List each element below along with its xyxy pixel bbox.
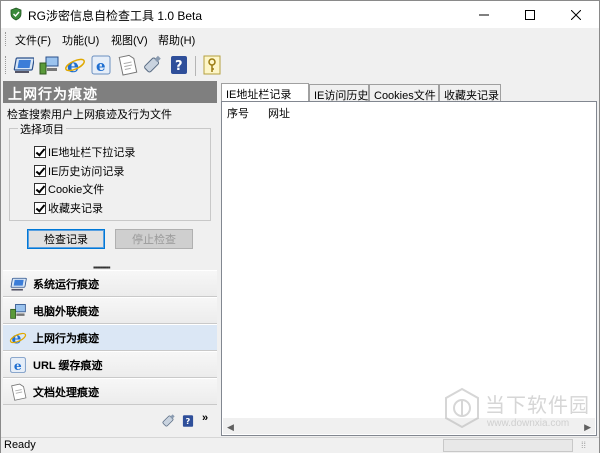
window-title: RG涉密信息自检查工具 1.0 Beta: [28, 9, 203, 23]
menu-function[interactable]: 功能(U): [62, 32, 99, 48]
toolbar-separator: [195, 56, 196, 76]
option-label: IE地址栏下拉记录: [48, 147, 136, 159]
toolbar-grip[interactable]: [5, 56, 8, 74]
watermark-url: www.downxia.com: [487, 418, 570, 429]
scroll-left-icon[interactable]: ◀: [227, 422, 234, 433]
option-label: 收藏夹记录: [48, 203, 103, 215]
help-icon[interactable]: ?: [181, 413, 195, 429]
svg-text:?: ?: [175, 59, 183, 74]
resize-grip-icon[interactable]: ⁞⁞: [581, 440, 586, 450]
network-computer-icon: [10, 303, 26, 319]
panel-header: 上网行为痕迹: [3, 81, 217, 103]
nav-label: 电脑外联痕迹: [33, 305, 99, 318]
tab-favorites[interactable]: 收藏夹记录: [439, 84, 501, 102]
nav-item-internet-behavior[interactable]: e 上网行为痕迹: [3, 324, 217, 351]
option-ie-history[interactable]: IE历史访问记录: [34, 164, 124, 178]
group-title: 选择项目: [18, 121, 66, 137]
option-label: Cookie文件: [48, 184, 105, 196]
document-icon: [11, 383, 27, 401]
stop-check-button[interactable]: 停止检查: [115, 229, 193, 249]
nav-item-system-trace[interactable]: 系统运行痕迹: [3, 270, 217, 297]
svg-text:e: e: [96, 57, 106, 75]
watermark-text: 当下软件园: [485, 393, 590, 417]
ie-cache-icon[interactable]: e: [90, 54, 112, 76]
usb-drive-icon[interactable]: [142, 54, 164, 76]
nav-item-url-cache[interactable]: e URL 缓存痕迹: [3, 351, 217, 378]
option-ie-address-bar[interactable]: IE地址栏下拉记录: [34, 145, 135, 159]
svg-text:e: e: [67, 55, 79, 76]
overflow-chevron-icon[interactable]: »: [202, 412, 208, 424]
option-label: IE历史访问记录: [48, 166, 125, 178]
maximize-button[interactable]: [507, 1, 553, 28]
nav-footer: ? »: [3, 408, 217, 434]
minimize-button[interactable]: [461, 1, 507, 28]
status-bar: Ready ⁞⁞: [1, 437, 599, 453]
maximize-icon: [525, 9, 535, 20]
ie-browser-icon[interactable]: e: [64, 54, 86, 76]
records-list[interactable]: 序号 网址 ◀ ▶: [221, 101, 597, 436]
nav-label: 文档处理痕迹: [33, 386, 99, 399]
option-favorites[interactable]: 收藏夹记录: [34, 201, 103, 215]
menu-help[interactable]: 帮助(H): [158, 32, 195, 48]
panel-description: 检查搜索用户上网痕迹及行为文件: [7, 109, 172, 121]
check-records-button[interactable]: 检查记录: [27, 229, 105, 249]
left-panel: 上网行为痕迹 检查搜索用户上网痕迹及行为文件 选择项目 IE地址栏下拉记录 IE…: [3, 81, 217, 436]
tab-cookies[interactable]: Cookies文件: [369, 84, 439, 102]
toolbar: e e ?: [1, 50, 599, 80]
menu-grip[interactable]: [5, 32, 8, 46]
usb-drive-icon[interactable]: [161, 413, 177, 429]
watermark: 当下软件园 www.downxia.com: [441, 387, 591, 437]
watermark-logo-icon: [445, 387, 479, 429]
checkbox[interactable]: [34, 146, 46, 158]
nav-label: URL 缓存痕迹: [33, 359, 103, 372]
monitor-icon: [10, 277, 27, 291]
svg-text:e: e: [14, 357, 22, 372]
tab-ie-address-bar[interactable]: IE地址栏记录: [221, 83, 309, 101]
status-pane: [443, 439, 573, 452]
menu-view[interactable]: 视图(V): [111, 32, 148, 48]
title-bar: RG涉密信息自检查工具 1.0 Beta: [1, 1, 599, 28]
status-text: Ready: [4, 439, 36, 451]
close-icon: [571, 9, 581, 20]
ie-cache-icon: e: [10, 356, 26, 372]
nav-item-document-trace[interactable]: 文档处理痕迹: [3, 378, 217, 405]
column-header-index[interactable]: 序号: [227, 105, 249, 121]
tab-ie-history[interactable]: IE访问历史: [309, 84, 369, 102]
menu-file[interactable]: 文件(F): [15, 32, 51, 48]
key-icon[interactable]: [201, 54, 223, 76]
monitor-icon[interactable]: [12, 54, 34, 76]
ie-browser-icon: e: [9, 329, 27, 347]
checkbox[interactable]: [34, 165, 46, 177]
app-window: RG涉密信息自检查工具 1.0 Beta 文件(F) 功能(U) 视图(V) 帮…: [0, 0, 600, 453]
options-group: 选择项目 IE地址栏下拉记录 IE历史访问记录 Cookie文件 收藏夹记录: [9, 121, 211, 221]
close-button[interactable]: [553, 1, 599, 28]
network-computer-icon[interactable]: [38, 54, 60, 76]
checkbox[interactable]: [34, 183, 46, 195]
app-shield-icon: [10, 7, 22, 21]
minimize-icon: [479, 14, 489, 15]
nav-label: 上网行为痕迹: [33, 332, 99, 345]
nav-item-external-connection[interactable]: 电脑外联痕迹: [3, 297, 217, 324]
help-icon[interactable]: ?: [168, 54, 190, 76]
column-header-url[interactable]: 网址: [268, 105, 290, 121]
document-icon[interactable]: [116, 54, 138, 76]
checkbox[interactable]: [34, 202, 46, 214]
nav-list: 系统运行痕迹 电脑外联痕迹 e 上网行为痕迹 e URL 缓存痕迹 文档处理痕迹: [3, 270, 217, 408]
menu-bar: 文件(F) 功能(U) 视图(V) 帮助(H): [1, 28, 599, 50]
option-cookie[interactable]: Cookie文件: [34, 182, 104, 196]
nav-label: 系统运行痕迹: [33, 278, 99, 291]
svg-text:?: ?: [185, 416, 190, 426]
